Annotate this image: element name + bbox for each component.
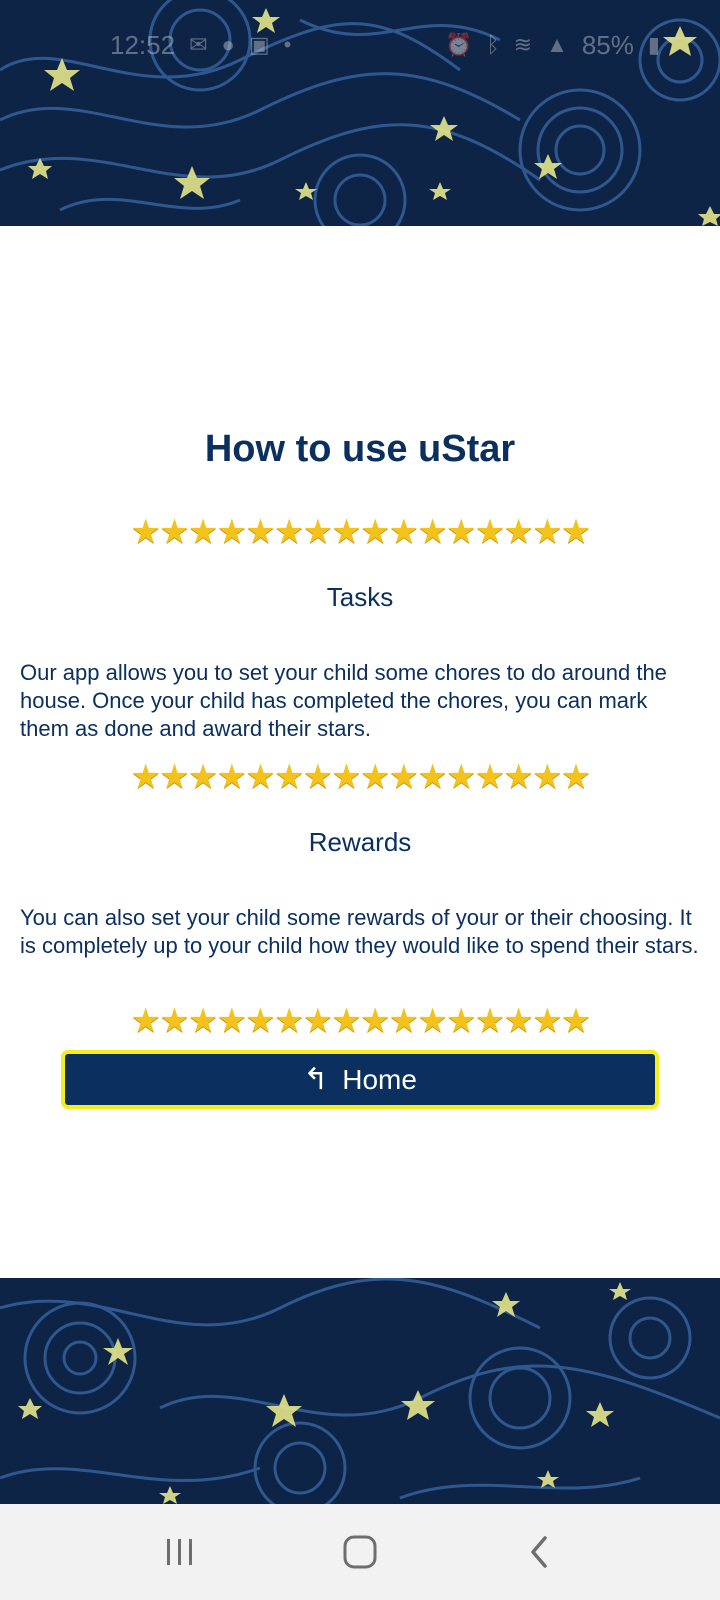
alarm-icon: ⏰ xyxy=(445,32,473,57)
main-content: How to use uStar ★★★★★★★★★★★★★★★★ Tasks … xyxy=(0,226,720,1278)
system-navigation-bar xyxy=(0,1504,720,1600)
recent-apps-icon xyxy=(167,1539,192,1565)
top-starry-banner: 12:52 ✉ ● ▣ • ⏰ ᛒ ≋ ▲ 85% ▮ xyxy=(0,0,720,226)
notification-icon: ● xyxy=(221,32,235,57)
status-bar: 12:52 ✉ ● ▣ • ⏰ ᛒ ≋ ▲ 85% ▮ xyxy=(0,0,720,90)
star-divider: ★★★★★★★★★★★★★★★★ xyxy=(130,758,592,796)
home-button-label: Home xyxy=(342,1063,417,1095)
battery-level: 85% xyxy=(581,29,634,60)
home-button[interactable]: ↰ Home xyxy=(61,1050,659,1109)
recent-apps-button[interactable] xyxy=(150,1522,210,1582)
section-heading-tasks: Tasks xyxy=(326,582,394,612)
nav-home-button[interactable] xyxy=(330,1522,390,1582)
starry-pattern-bottom xyxy=(0,1278,720,1504)
star-divider: ★★★★★★★★★★★★★★★★ xyxy=(130,1002,592,1040)
section-text-rewards: You can also set your child some rewards… xyxy=(20,905,699,958)
bottom-starry-banner xyxy=(0,1278,720,1504)
wifi-icon: ≋ xyxy=(513,32,533,57)
signal-icon: ▲ xyxy=(546,32,568,57)
star-divider: ★★★★★★★★★★★★★★★★ xyxy=(130,513,592,551)
gallery-icon: ▣ xyxy=(248,32,270,57)
bluetooth-icon: ᛒ xyxy=(486,32,500,57)
page-title: How to use uStar xyxy=(204,428,516,470)
back-button[interactable] xyxy=(510,1522,570,1582)
section-heading-rewards: Rewards xyxy=(308,827,412,857)
battery-icon: ▮ xyxy=(647,32,660,57)
home-icon xyxy=(343,1535,377,1569)
back-icon xyxy=(531,1536,547,1568)
dot-icon: • xyxy=(283,32,292,57)
mail-icon: ✉ xyxy=(189,32,208,57)
return-arrow-icon: ↰ xyxy=(303,1063,329,1096)
section-text-tasks: Our app allows you to set your child som… xyxy=(20,660,667,741)
status-time: 12:52 xyxy=(110,29,176,60)
